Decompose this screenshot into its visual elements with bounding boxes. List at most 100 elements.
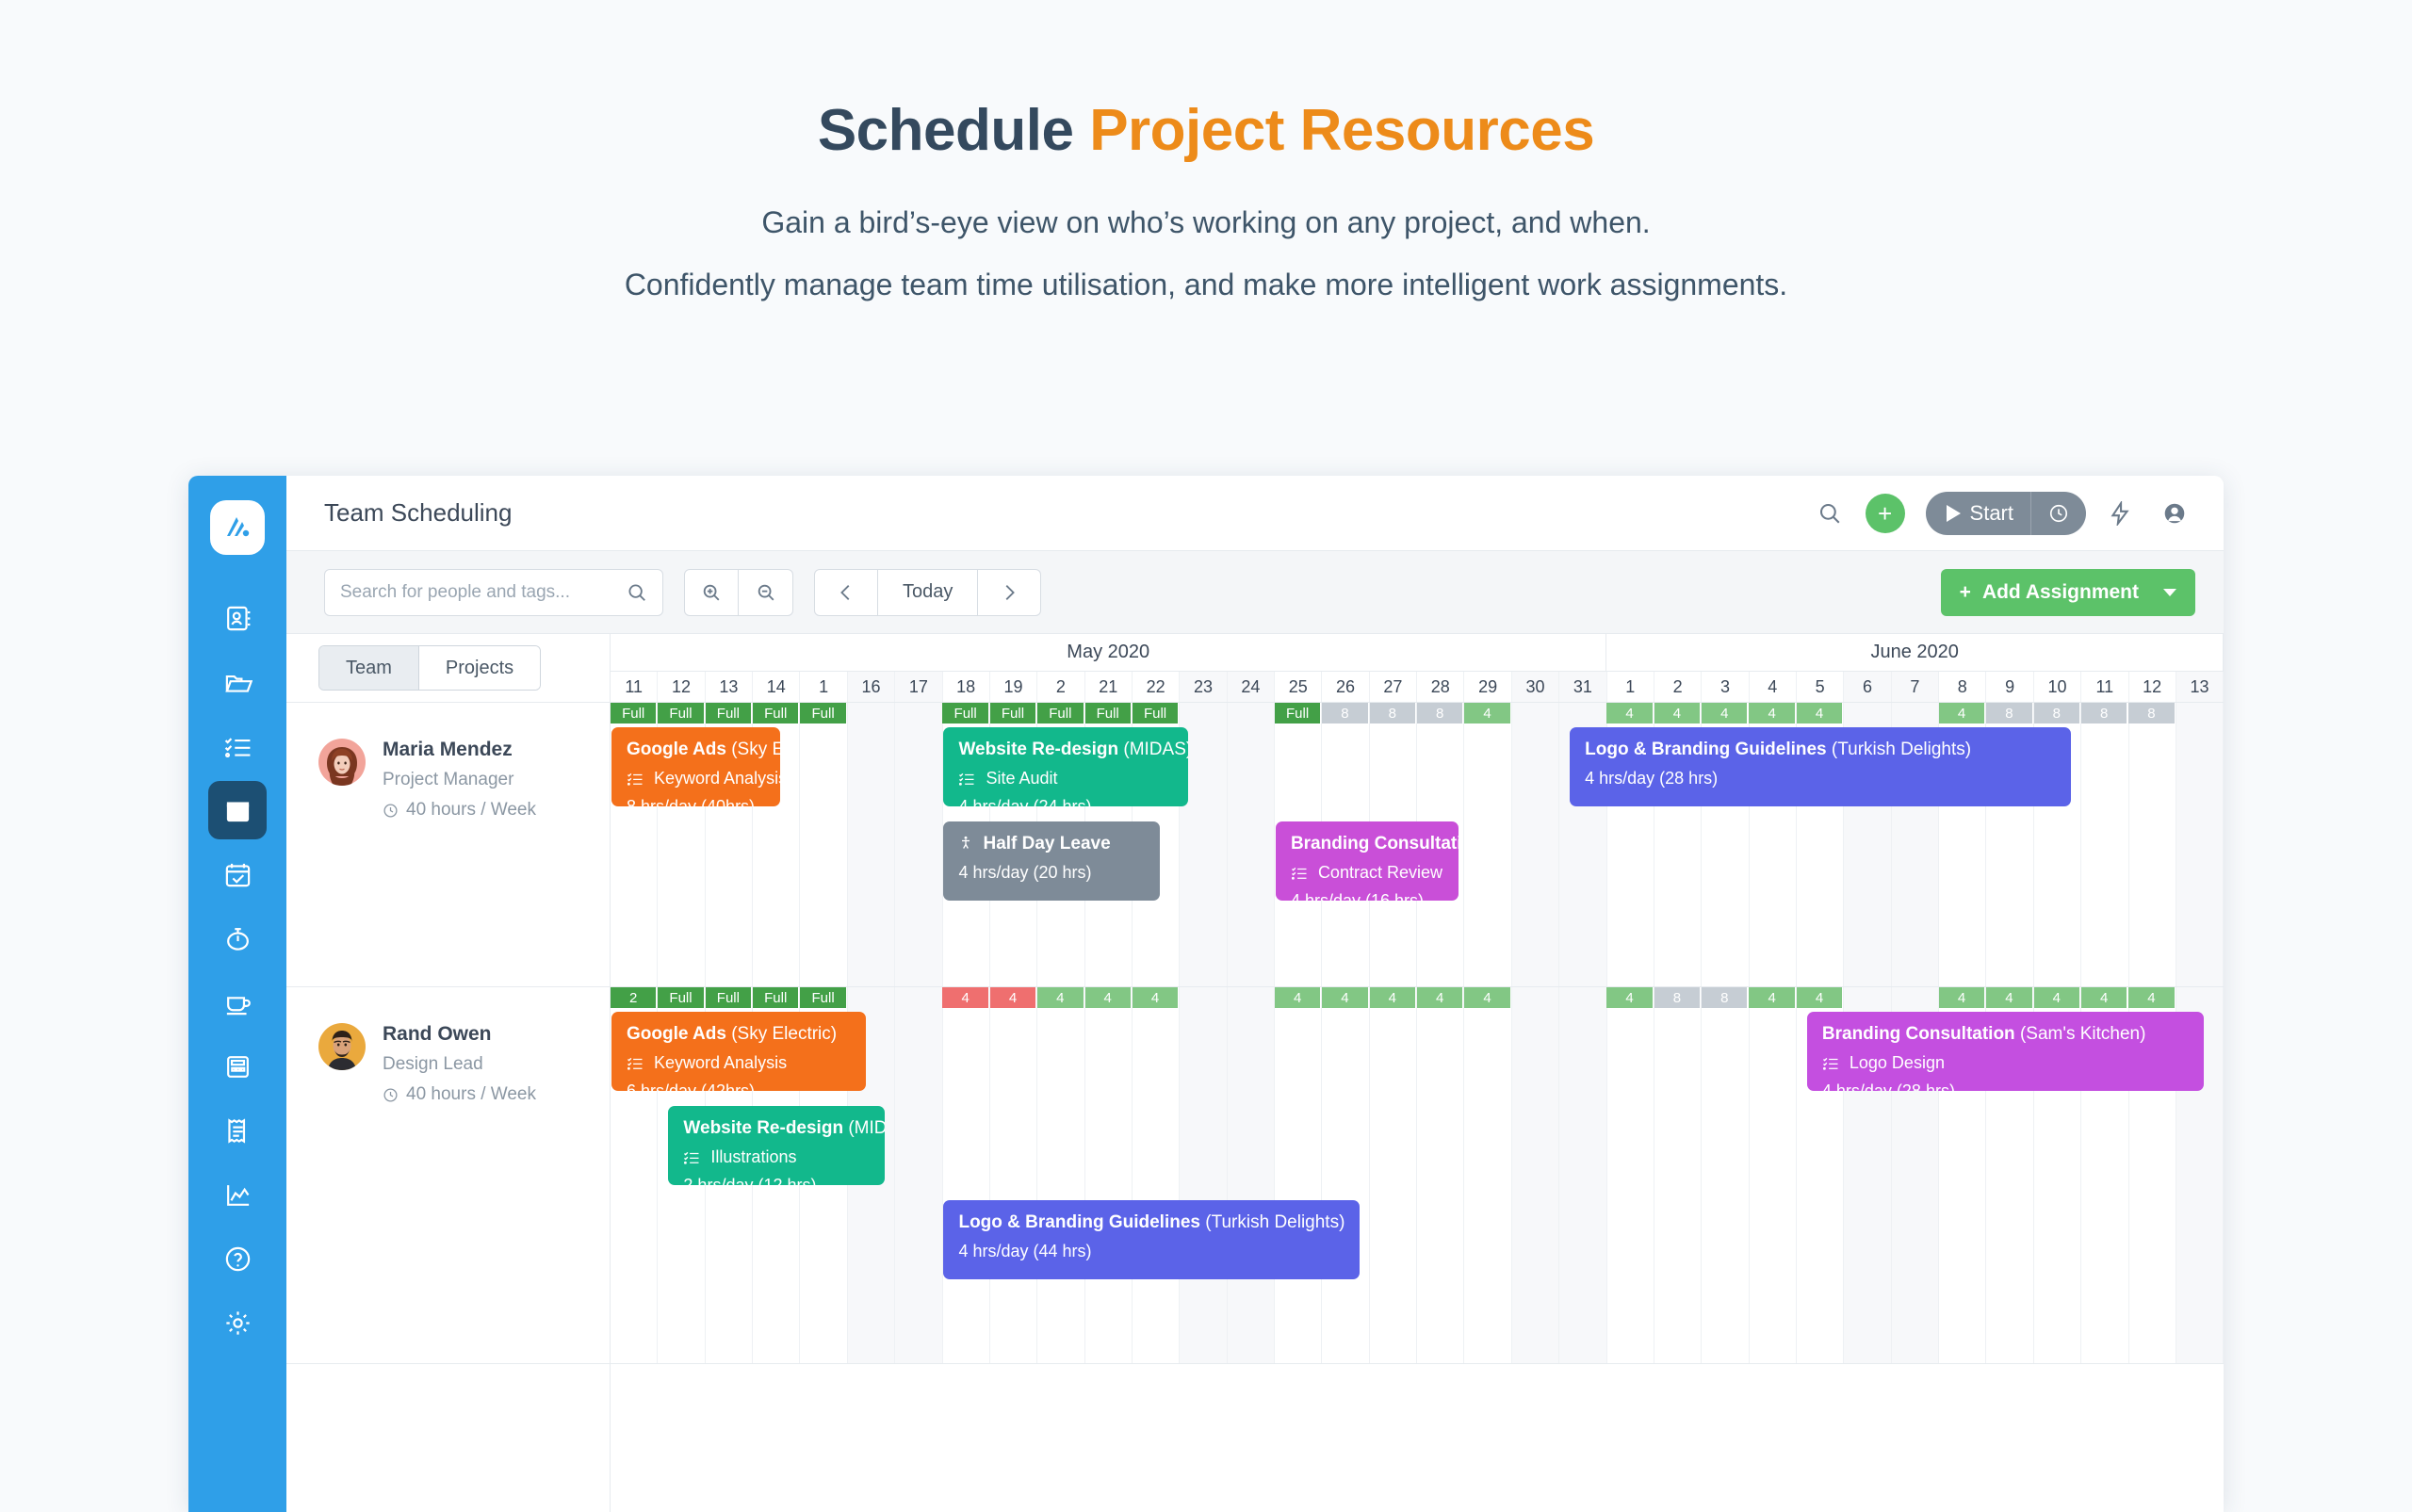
sidebar-item-help[interactable] (208, 1229, 267, 1288)
lane-day-cell[interactable] (1750, 987, 1797, 1363)
capacity-chip: 4 (1606, 987, 1653, 1008)
person-info: Maria Mendez Project Manager 40 hours / We… (383, 739, 536, 821)
capacity-chip: 4 (1417, 987, 1463, 1008)
lane-day-cell[interactable] (1417, 987, 1465, 1363)
lane-day-cell[interactable] (2129, 703, 2176, 986)
assignment-hours: 4 hrs/day (28 hrs) (1821, 1081, 1955, 1091)
lane-day-cell[interactable] (1180, 987, 1228, 1363)
assignment-block[interactable]: Branding Consultation (Sam's Kitchen) Log… (1806, 1012, 2204, 1091)
avaza-logo[interactable] (210, 500, 265, 555)
assignment-client: (Turkish Delights) (1831, 740, 1972, 759)
contacts-icon (226, 606, 250, 630)
lane-day-cell[interactable] (895, 703, 943, 986)
lane-day-cell[interactable] (1133, 987, 1181, 1363)
capacity-chip: Full (989, 703, 1036, 723)
next-period-button[interactable] (978, 568, 1042, 616)
tasklist-icon (959, 772, 974, 786)
sidebar-item-settings[interactable] (208, 1293, 267, 1352)
assignment-block[interactable]: Website Re-design (MIDAS) Site Audit 4 hrs… (943, 727, 1189, 806)
lightning-icon[interactable] (2099, 493, 2141, 534)
assignment-block[interactable]: Branding Consultatio Contract Review 4 hrs… (1275, 821, 1459, 901)
person-hours-label: 40 hours / Week (406, 1084, 537, 1104)
capacity-chip: 4 (2080, 987, 2127, 1008)
tasklist-icon (627, 1057, 643, 1070)
lane-day-cell[interactable] (1227, 987, 1276, 1363)
lane-day-cell[interactable] (847, 703, 896, 986)
assignment-block[interactable]: Logo & Branding Guidelines (Turkish Deli… (943, 1200, 1360, 1279)
lane-day-cell[interactable] (895, 987, 943, 1363)
assignment-block[interactable]: Half Day Leave 4 hrs/day (20 hrs) (943, 821, 1161, 901)
sidebar-item-timesheets[interactable] (208, 845, 267, 903)
avatar (318, 739, 366, 786)
person-hours-label: 40 hours / Week (406, 800, 537, 820)
assignment-client: (MIDAS) (848, 1118, 886, 1138)
account-icon[interactable] (2154, 493, 2195, 534)
lane-day-cell[interactable] (1464, 987, 1512, 1363)
assignment-title: Logo & Branding Guidelines (Turkish Deli… (1585, 740, 1972, 759)
lane-day-cell[interactable] (2081, 703, 2129, 986)
lane-day-cell[interactable] (1511, 703, 1560, 986)
day-header-cell: 5 (1797, 672, 1845, 702)
search-icon[interactable] (1809, 493, 1850, 534)
assignment-block[interactable]: Logo & Branding Guidelines (Turkish Deli… (1570, 727, 2071, 806)
sidebar-item-expenses[interactable] (208, 973, 267, 1032)
add-new-button[interactable]: + (1865, 493, 1905, 533)
lane-day-cell[interactable] (1654, 987, 1703, 1363)
lane-day-cell[interactable] (990, 987, 1038, 1363)
chevron-down-icon[interactable] (2163, 588, 2176, 596)
start-timer-button[interactable]: Start (1925, 491, 2086, 535)
lane-day-cell[interactable] (2176, 703, 2224, 986)
lane-day-cell[interactable] (1227, 703, 1276, 986)
lane-day-cell[interactable] (1370, 987, 1418, 1363)
assignment-client: (MIDAS) (1123, 740, 1189, 759)
add-assignment-button[interactable]: + Add Assignment (1940, 568, 2195, 616)
sidebar-item-contacts[interactable] (208, 589, 267, 647)
sidebar-item-invoices[interactable] (208, 1101, 267, 1160)
folder-icon (224, 675, 253, 692)
sidebar-item-tasks[interactable] (208, 717, 267, 775)
lane-day-cell[interactable] (1607, 987, 1654, 1363)
search-input[interactable] (340, 581, 627, 603)
lane-day-cell[interactable] (1275, 987, 1323, 1363)
sidebar-item-reports[interactable] (208, 1165, 267, 1224)
timer-clock-icon[interactable] (2031, 492, 2086, 535)
schedule-toolbar: Today + Add Assignment (286, 551, 2224, 634)
prev-period-button[interactable] (814, 568, 878, 616)
zoom-in-button[interactable] (684, 568, 739, 616)
search-input-wrapper[interactable] (324, 568, 663, 616)
lane-day-cell[interactable] (1085, 987, 1133, 1363)
lane-day-cell[interactable] (943, 987, 990, 1363)
assignment-block[interactable]: Google Ads (Sky Electric) Keyword Analysi… (611, 1012, 866, 1091)
lane-day-cell[interactable] (1464, 703, 1512, 986)
capacity-chip: Full (611, 703, 657, 723)
lane-day-cell[interactable] (800, 703, 848, 986)
sidebar-item-timer[interactable] (208, 909, 267, 967)
person-row[interactable]: Rand Owen Design Lead 40 hours / Week (286, 987, 610, 1364)
assignment-task-label: Site Audit (986, 769, 1058, 788)
capacity-chip: 4 (1796, 987, 1843, 1008)
zoom-out-button[interactable] (739, 568, 793, 616)
sidebar-item-projects[interactable] (208, 653, 267, 711)
today-button[interactable]: Today (878, 568, 979, 616)
lane-day-cell[interactable] (1037, 987, 1085, 1363)
lane-day-cell[interactable] (1322, 987, 1370, 1363)
lane-day-cell[interactable] (1559, 987, 1607, 1363)
avaza-logo-icon (227, 517, 250, 537)
start-timer-main[interactable]: Start (1926, 491, 2031, 535)
assignment-block[interactable]: Google Ads (Sky Electric) Keyword Analysi… (611, 727, 781, 806)
assignment-block[interactable]: Website Re-design (MIDAS) Illustrations 2 … (668, 1106, 886, 1185)
capacity-chip: 4 (1986, 987, 2032, 1008)
app-title: Team Scheduling (324, 498, 513, 527)
sidebar-item-scheduling[interactable] (208, 781, 267, 839)
sidebar-item-estimates[interactable] (208, 1037, 267, 1096)
assignment-client: (Sam's Kitchen) (2019, 1024, 2146, 1044)
tab-projects[interactable]: Projects (418, 646, 541, 690)
capacity-chip: 4 (1132, 987, 1179, 1008)
person-row[interactable]: Maria Mendez Project Manager 40 hours / We… (286, 703, 610, 987)
sidebar-items (208, 589, 267, 1358)
capacity-chip: 8 (2128, 703, 2175, 723)
page-title-part1: Schedule (817, 98, 1090, 163)
tab-team[interactable]: Team (319, 646, 419, 690)
lane-day-cell[interactable] (1511, 987, 1560, 1363)
lane-day-cell[interactable] (1702, 987, 1750, 1363)
